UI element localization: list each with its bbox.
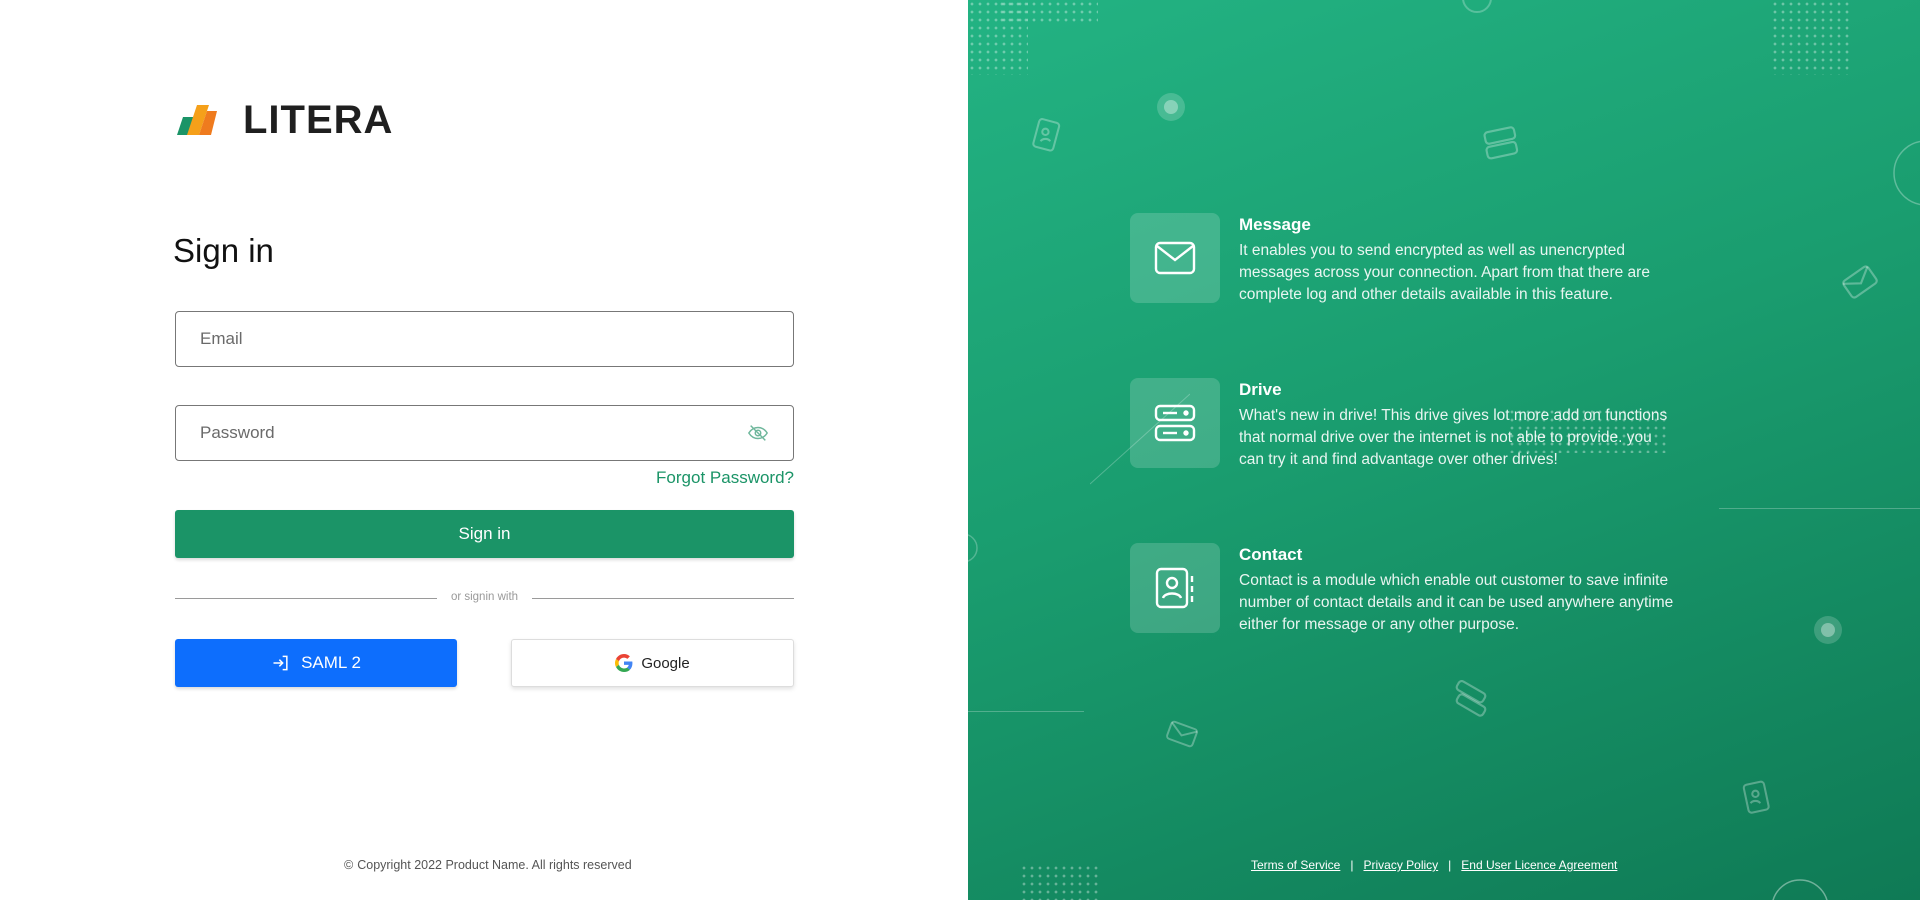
email-field[interactable] [175, 311, 794, 367]
circle-decoration [1462, 0, 1492, 13]
eula-link[interactable]: End User Licence Agreement [1461, 858, 1617, 872]
circle-decoration [1157, 93, 1185, 121]
feature-icon-box [1130, 213, 1220, 303]
legal-links: Terms of Service | Privacy Policy | End … [1251, 858, 1617, 872]
email-input[interactable] [200, 329, 769, 349]
copyright-text: Copyright 2022 Product Name. All rights … [357, 858, 632, 872]
separator: | [1448, 858, 1452, 872]
password-field[interactable] [175, 405, 794, 461]
divider-text: or signin with [450, 591, 519, 603]
saml-button-label: SAML 2 [301, 653, 361, 672]
server-icon [1154, 404, 1196, 442]
circle-outline-decoration [968, 534, 978, 562]
saml-sign-in-button[interactable]: SAML 2 [175, 639, 457, 687]
envelope-icon [1166, 720, 1198, 748]
page-title: Sign in [173, 232, 274, 269]
circle-decoration [1814, 616, 1842, 644]
sign-in-panel: LITERA Sign in Forgot Password? Sign in … [0, 0, 968, 900]
login-arrow-icon [273, 655, 288, 671]
circle-outline-decoration [1772, 879, 1828, 900]
envelope-icon [1154, 241, 1196, 275]
envelope-icon [1842, 265, 1878, 299]
server-icon [1483, 126, 1519, 160]
terms-of-service-link[interactable]: Terms of Service [1251, 858, 1340, 872]
line-decoration [1719, 508, 1920, 509]
litera-logo-mark-icon [177, 104, 217, 135]
contact-book-icon [1742, 780, 1770, 814]
feature-description: What's new in drive! This drive gives lo… [1239, 407, 1668, 468]
feature-title: Message [1239, 215, 1311, 234]
line-decoration [968, 711, 1084, 712]
google-button-label: Google [641, 654, 690, 672]
feature-description: Contact is a module which enable out cus… [1239, 572, 1674, 633]
feature-description: It enables you to send encrypted as well… [1239, 242, 1650, 303]
feature-title: Drive [1239, 380, 1282, 399]
contact-book-icon [1155, 567, 1194, 609]
copyright-icon: © [344, 858, 354, 872]
or-divider: or signin with [175, 590, 794, 606]
dots-decoration [1771, 0, 1851, 75]
password-input[interactable] [200, 423, 747, 443]
circle-outline-decoration [1893, 140, 1920, 206]
feature-icon-box [1130, 378, 1220, 468]
forgot-password-link[interactable]: Forgot Password? [620, 468, 794, 488]
feature-message: Message It enables you to send encrypted… [1130, 213, 1679, 306]
features-panel: Message It enables you to send encrypted… [968, 0, 1920, 900]
contact-book-icon [1032, 118, 1061, 152]
dots-decoration [1020, 864, 1100, 900]
divider-line-right [532, 598, 794, 599]
dots-decoration [998, 0, 1098, 22]
feature-drive: Drive What's new in drive! This drive gi… [1130, 378, 1679, 471]
sign-in-button[interactable]: Sign in [175, 510, 794, 558]
google-icon [615, 654, 633, 672]
separator: | [1350, 858, 1354, 872]
privacy-policy-link[interactable]: Privacy Policy [1363, 858, 1438, 872]
feature-title: Contact [1239, 545, 1303, 564]
server-icon [1455, 680, 1487, 717]
brand-name: LITERA [243, 98, 394, 142]
feature-icon-box [1130, 543, 1220, 633]
eye-off-icon[interactable] [747, 422, 769, 444]
copyright: © Copyright 2022 Product Name. All right… [344, 858, 632, 872]
google-sign-in-button[interactable]: Google [511, 639, 794, 687]
brand-logo: LITERA [175, 98, 393, 143]
feature-contact: Contact Contact is a module which enable… [1130, 543, 1679, 636]
